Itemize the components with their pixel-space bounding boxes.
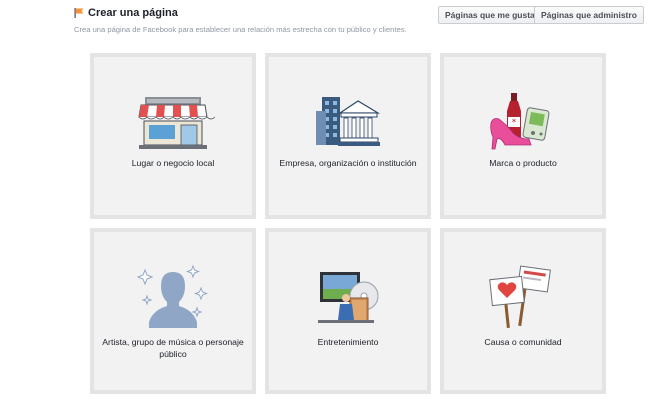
category-label: Artista, grupo de música o personaje púb… bbox=[102, 337, 244, 359]
category-label: Causa o comunidad bbox=[484, 337, 562, 347]
svg-text:*: * bbox=[512, 118, 517, 128]
liked-pages-button[interactable]: Páginas que me gustan bbox=[438, 6, 547, 24]
category-card-brand[interactable]: * Marca o producto bbox=[440, 53, 606, 219]
admin-pages-button[interactable]: Páginas que administro bbox=[534, 6, 644, 24]
flag-icon bbox=[74, 8, 84, 18]
artist-silhouette-icon bbox=[136, 264, 208, 328]
category-label: Lugar o negocio local bbox=[131, 158, 215, 168]
entertainment-icon bbox=[318, 272, 379, 323]
category-card-artist[interactable]: Artista, grupo de música o personaje púb… bbox=[90, 228, 256, 394]
category-label: Entretenimiento bbox=[317, 337, 379, 347]
page-subtitle: Crea una página de Facebook para estable… bbox=[74, 25, 407, 34]
category-label: Marca o producto bbox=[489, 158, 557, 168]
category-card-cause[interactable]: Causa o comunidad bbox=[440, 228, 606, 394]
brand-product-icon: * bbox=[490, 93, 550, 150]
company-buildings-icon bbox=[316, 97, 381, 146]
category-card-entertainment[interactable]: Entretenimiento bbox=[265, 228, 431, 394]
page-header: Crear una página Páginas que me gustan P… bbox=[74, 6, 644, 26]
page-title: Crear una página bbox=[88, 7, 178, 19]
category-label: Empresa, organización o institución bbox=[279, 158, 417, 168]
storefront-icon bbox=[138, 97, 215, 149]
category-card-local-business[interactable]: Lugar o negocio local bbox=[90, 53, 256, 219]
category-card-company[interactable]: Empresa, organización o institución bbox=[265, 53, 431, 219]
cause-signs-icon bbox=[489, 265, 551, 329]
